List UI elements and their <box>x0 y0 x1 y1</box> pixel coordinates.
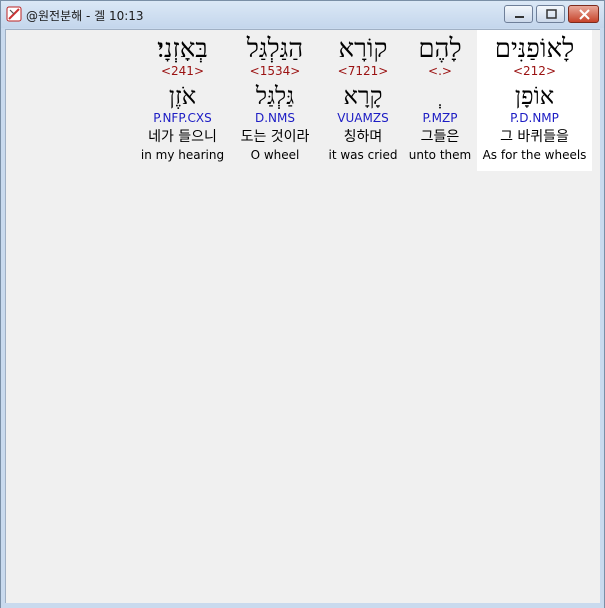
word-cell-4[interactable]: הַגַּלְגַּל <1534> גַּלְגַּל D.NMS 도는 것이… <box>230 30 320 171</box>
close-button[interactable] <box>568 5 599 23</box>
hebrew-word: לָאוֹפַנִּים <box>494 34 575 64</box>
morphology-code: P.D.NMP <box>510 111 559 125</box>
close-icon <box>579 9 590 20</box>
lemma-word: קָרָא <box>343 82 383 110</box>
english-gloss: O wheel <box>250 148 300 162</box>
korean-gloss: 도는 것이라 <box>240 129 310 145</box>
hebrew-word: הַגַּלְגַּל <box>246 34 304 64</box>
english-gloss: As for the wheels <box>482 148 587 162</box>
strong-number[interactable]: <241> <box>140 64 225 78</box>
window-title: @원전분해 - 겔 10:13 <box>26 9 144 23</box>
lemma-word: גַּלְגַּל <box>255 82 295 110</box>
strong-number[interactable]: <7121> <box>325 64 401 78</box>
lemma-word: אֹזֶן <box>168 82 197 110</box>
english-gloss: in my hearing <box>140 148 225 162</box>
english-gloss: unto them <box>408 148 472 162</box>
app-window: @원전분해 - 겔 10:13 לָאוֹפַנִּים <212> אוֹפָ… <box>0 0 605 608</box>
strong-number[interactable]: <.> <box>406 64 474 78</box>
hebrew-word: קוֹרָא <box>338 34 388 64</box>
app-icon[interactable] <box>6 6 22 22</box>
minimize-icon <box>515 16 524 18</box>
strong-number[interactable]: <212> <box>477 64 592 78</box>
morphology-code: VUAMZS <box>337 111 389 125</box>
morphology-code: P.MZP <box>422 111 458 125</box>
minimize-button[interactable] <box>504 5 533 23</box>
korean-gloss: 칭하며 <box>343 129 383 145</box>
morphology-code: P.NFP.CXS <box>153 111 212 125</box>
korean-gloss: 네가 들으니 <box>148 129 217 145</box>
maximize-button[interactable] <box>536 5 565 23</box>
strong-number[interactable]: <1534> <box>230 64 320 78</box>
maximize-icon <box>546 9 557 19</box>
word-cell-2[interactable]: לָהֶם <.> ְ P.MZP 그들은 unto them <box>406 30 474 171</box>
hebrew-word: בְּאָזְנָי׃ <box>157 34 208 64</box>
lemma-word: אוֹפָן <box>514 82 555 110</box>
korean-gloss: 그들은 <box>420 129 460 145</box>
lemma-word: ְ <box>406 82 474 110</box>
korean-gloss: 그 바퀴들을 <box>500 129 569 145</box>
word-cell-3[interactable]: קוֹרָא <7121> קָרָא VUAMZS 칭하며 it was cr… <box>325 30 401 171</box>
word-cell-1[interactable]: לָאוֹפַנִּים <212> אוֹפָן P.D.NMP 그 바퀴들을… <box>477 30 592 171</box>
word-cell-5[interactable]: בְּאָזְנָי׃ <241> אֹזֶן P.NFP.CXS 네가 들으니… <box>140 30 225 171</box>
morphology-code: D.NMS <box>254 111 295 125</box>
window-bottom-border <box>1 603 604 608</box>
english-gloss: it was cried <box>328 148 398 162</box>
interlinear-panel[interactable]: לָאוֹפַנִּים <212> אוֹפָן P.D.NMP 그 바퀴들을… <box>5 29 600 603</box>
hebrew-word: לָהֶם <box>418 34 462 64</box>
title-bar[interactable]: @원전분해 - 겔 10:13 <box>1 1 604 28</box>
